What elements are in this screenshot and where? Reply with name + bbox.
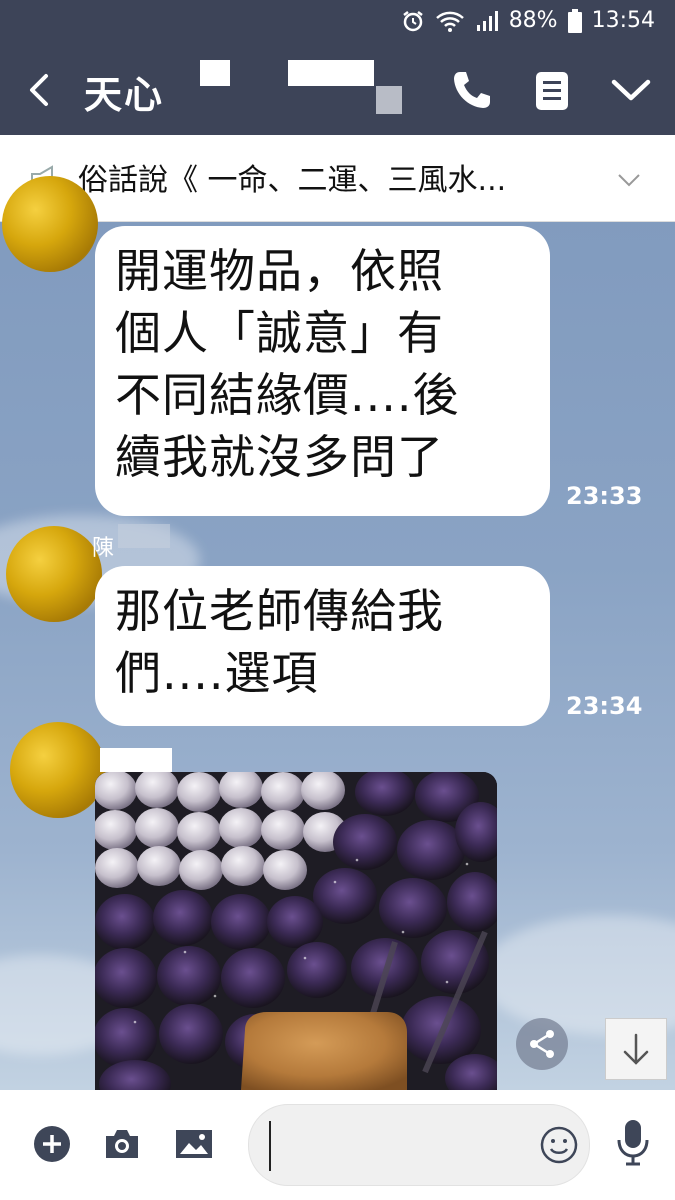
announcement-bar[interactable]: 俗話說《 一命、二運、三風水... — [0, 135, 675, 222]
text-cursor — [269, 1121, 271, 1171]
share-icon[interactable] — [516, 1018, 568, 1070]
image-icon[interactable] — [174, 1124, 214, 1164]
message-bubble[interactable]: 那位老師傳給我 們....選項 — [95, 566, 550, 726]
notes-icon[interactable] — [532, 70, 572, 112]
scroll-down-button[interactable] — [605, 1018, 667, 1080]
battery-icon — [567, 8, 582, 33]
avatar[interactable] — [2, 176, 98, 272]
redaction — [288, 60, 374, 86]
clock: 13:54 — [591, 8, 655, 33]
image-message[interactable] — [95, 772, 497, 1090]
chat-title[interactable]: 天心 — [84, 64, 164, 119]
signal-icon — [476, 10, 498, 31]
message-bubble[interactable]: 開運物品，依照 個人「誠意」有 不同結緣價....後 續我就沒多問了 — [95, 226, 550, 516]
add-icon[interactable] — [32, 1124, 72, 1164]
input-bar — [0, 1090, 675, 1200]
message-line: 那位老師傳給我 — [115, 584, 444, 638]
announcement-text: 俗話說《 一命、二運、三風水... — [78, 163, 507, 198]
avatar[interactable] — [6, 526, 102, 622]
redaction — [200, 60, 230, 86]
arrow-down-icon — [623, 1033, 649, 1065]
message-line: 個人「誠意」有 — [115, 306, 444, 360]
battery-percent: 88% — [508, 8, 558, 33]
camera-icon[interactable] — [102, 1124, 142, 1164]
message-input[interactable] — [248, 1104, 590, 1186]
cloud — [480, 915, 675, 1035]
message-time: 23:34 — [566, 692, 643, 720]
status-bar: 88% 13:54 — [0, 0, 675, 46]
back-icon[interactable] — [20, 70, 60, 110]
status-right: 88% 13:54 — [401, 8, 655, 33]
redaction — [100, 748, 172, 772]
crystal-photo — [95, 772, 497, 1090]
chevron-down-icon[interactable] — [614, 165, 644, 195]
redaction — [118, 524, 170, 548]
redaction — [376, 86, 402, 114]
chevron-down-icon[interactable] — [608, 72, 654, 108]
wifi-icon — [435, 11, 464, 32]
message-line: 續我就沒多問了 — [115, 430, 444, 484]
message-line: 不同結緣價....後 — [115, 368, 460, 422]
sender-name: 陳 — [92, 536, 115, 561]
message-line: 們....選項 — [115, 646, 319, 700]
mic-icon[interactable] — [614, 1118, 652, 1168]
emoji-icon[interactable] — [539, 1125, 579, 1165]
alarm-icon — [402, 10, 423, 31]
message-line: 開運物品，依照 — [115, 244, 444, 298]
avatar[interactable] — [10, 722, 106, 818]
message-time: 23:33 — [566, 482, 643, 510]
chat-header: 天心 — [0, 46, 675, 135]
call-icon[interactable] — [450, 68, 494, 112]
